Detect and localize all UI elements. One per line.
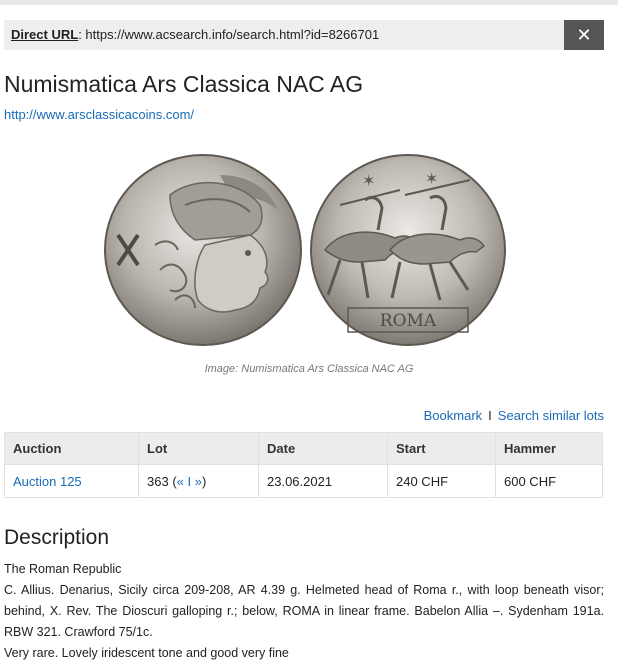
bookmark-link[interactable]: Bookmark <box>424 408 483 423</box>
header-date: Date <box>258 432 388 465</box>
header-hammer: Hammer <box>495 432 603 465</box>
table-header-row: Auction Lot Date Start Hammer <box>4 432 603 465</box>
description-heading: Description <box>4 526 110 549</box>
coin-legend: ROMA <box>380 311 437 331</box>
header-lot: Lot <box>138 432 259 465</box>
lot-table: Auction Lot Date Start Hammer Auction 12… <box>4 432 603 498</box>
description-line: C. Allius. Denarius, Sicily circa 209-20… <box>4 583 604 639</box>
coin-reverse: ✶ ✶ ROMA <box>310 154 506 346</box>
direct-url-value[interactable]: https://www.acsearch.info/search.html?id… <box>85 27 379 42</box>
auction-link[interactable]: Auction 125 <box>13 474 82 489</box>
auction-house-link[interactable]: http://www.arsclassicacoins.com/ <box>4 107 194 122</box>
svg-text:✶: ✶ <box>362 171 375 190</box>
next-lot-link[interactable]: » <box>195 474 202 489</box>
image-caption: Image: Numismatica Ars Classica NAC AG <box>204 363 414 375</box>
top-border <box>0 0 618 5</box>
coin-obverse <box>104 154 302 346</box>
coin-image[interactable]: ✶ ✶ ROMA <box>100 150 510 350</box>
cell-hammer: 600 CHF <box>495 464 603 498</box>
lot-number: 363 <box>147 473 169 489</box>
page-title: Numismatica Ars Classica NAC AG <box>4 71 364 97</box>
cell-lot: 363 (« I ») <box>138 464 259 498</box>
header-start: Start <box>387 432 496 465</box>
lot-actions: Bookmark I Search similar lots <box>424 408 604 423</box>
cell-auction: Auction 125 <box>4 464 139 498</box>
direct-url-label: Direct URL <box>11 27 79 42</box>
svg-text:✶: ✶ <box>425 169 438 188</box>
cell-start: 240 CHF <box>387 464 496 498</box>
close-button[interactable]: ✕ <box>564 20 604 50</box>
cell-date: 23.06.2021 <box>258 464 388 498</box>
lot-nav-separator: I <box>187 473 192 489</box>
description-line: The Roman Republic <box>4 562 122 576</box>
actions-separator: I <box>488 408 492 423</box>
direct-url-bar: Direct URL: https://www.acsearch.info/se… <box>4 20 604 50</box>
description-body: The Roman Republic C. Allius. Denarius, … <box>4 559 604 664</box>
description-line: Very rare. Lovely iridescent tone and go… <box>4 646 289 660</box>
prev-lot-link[interactable]: « <box>177 474 184 489</box>
table-row: Auction 125 363 (« I ») 23.06.2021 240 C… <box>4 464 603 498</box>
header-auction: Auction <box>4 432 139 465</box>
close-icon: ✕ <box>576 25 592 45</box>
search-similar-link[interactable]: Search similar lots <box>498 408 604 423</box>
